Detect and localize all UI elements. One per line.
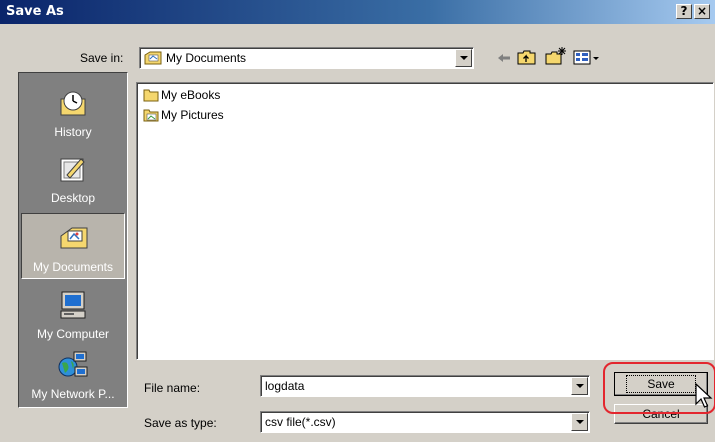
save-type-label: Save as type: [144,416,217,430]
views-menu-icon[interactable] [573,50,601,66]
up-one-level-icon[interactable] [517,49,537,66]
new-folder-icon[interactable] [545,46,567,66]
places-label-my-network-places: My Network P... [31,387,115,401]
file-name-label: File name: [144,381,201,395]
file-name: My eBooks [161,87,221,102]
file-name: My Pictures [161,107,224,122]
my-computer-icon [60,291,86,319]
places-bar: History Desktop My Documents My Computer [18,72,128,408]
history-icon [60,91,86,116]
my-documents-small-icon [144,51,162,65]
file-name-combobox[interactable]: logdata [260,375,590,397]
list-item[interactable]: My Pictures [143,107,224,125]
save-in-value: My Documents [166,51,247,65]
network-places-icon [58,351,88,377]
places-item-my-computer[interactable]: My Computer [21,281,125,347]
list-item[interactable]: My eBooks [143,87,220,105]
save-type-value: csv file(*.csv) [265,415,336,429]
places-item-history[interactable]: History [21,79,125,145]
help-button[interactable]: ? [676,4,692,19]
back-arrow-icon[interactable] [496,51,512,65]
places-item-my-documents[interactable]: My Documents [21,213,125,279]
save-type-combobox[interactable]: csv file(*.csv) [260,411,590,433]
desktop-icon [60,158,85,182]
save-in-label: Save in: [80,51,124,65]
places-label-desktop: Desktop [50,191,96,205]
places-label-my-documents: My Documents [32,260,114,274]
places-item-desktop[interactable]: Desktop [21,145,125,211]
close-button[interactable]: × [694,4,710,19]
cancel-button-label: Cancel [642,407,680,421]
save-in-combobox[interactable]: My Documents [139,47,474,69]
pictures-folder-icon [143,109,159,122]
save-in-dropdown-arrow[interactable] [455,49,472,67]
cancel-button[interactable]: Cancel [614,404,708,424]
save-button-label: Save [626,375,696,393]
folder-icon [143,89,159,102]
title-bar[interactable] [0,0,715,24]
places-item-my-network-places[interactable]: My Network P... [21,341,125,407]
places-label-history: History [54,125,92,139]
places-label-my-computer: My Computer [36,327,110,341]
file-list[interactable]: My eBooks My Pictures [136,82,714,360]
window-title: Save As [6,4,64,19]
mouse-cursor-icon [695,383,713,408]
file-name-input[interactable]: logdata [265,379,304,393]
my-documents-icon [60,227,88,249]
save-button[interactable]: Save [614,372,708,396]
file-name-dropdown-arrow[interactable] [571,377,588,395]
save-type-dropdown-arrow[interactable] [571,413,588,431]
